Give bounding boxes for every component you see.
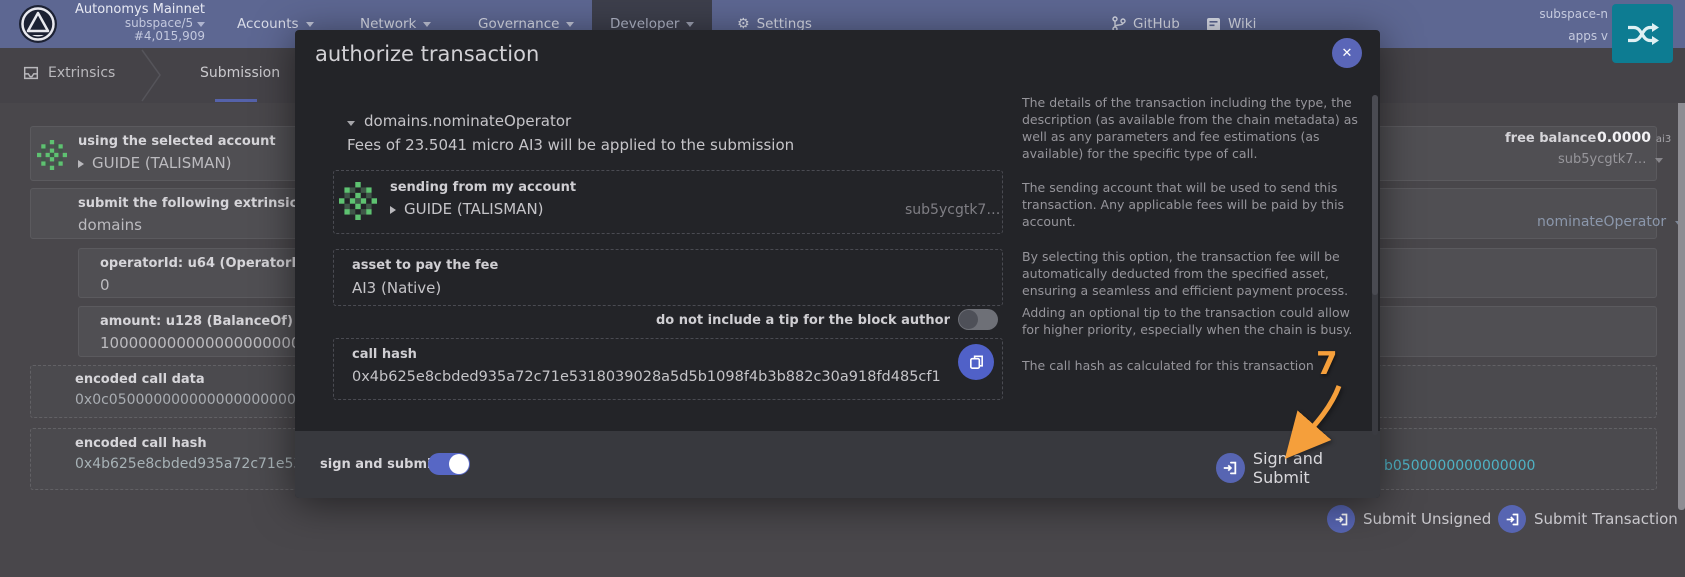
expand-triangle-icon — [390, 206, 396, 214]
submit-unsigned-button[interactable]: Submit Unsigned — [1327, 505, 1491, 533]
sign-in-icon — [1216, 453, 1245, 483]
shuffle-icon — [1626, 20, 1660, 48]
autonomys-logo[interactable] — [18, 4, 58, 44]
annotation-arrow — [1280, 372, 1360, 462]
selected-account-label: using the selected account — [78, 134, 276, 149]
free-balance-label: free balance — [1505, 131, 1596, 146]
close-modal-button[interactable]: ✕ — [1332, 38, 1362, 68]
sender-identicon — [339, 182, 377, 220]
call-hash-label: call hash — [352, 347, 417, 362]
sign-and-submit-toggle-label: sign and submit — [320, 457, 438, 472]
chevron-down-icon — [423, 22, 431, 27]
sender-address: sub5ycgtk7… — [905, 202, 1000, 218]
network-info[interactable]: Autonomys Mainnet subspace/5 #4,015,909 — [60, 3, 205, 44]
fee-asset-description: By selecting this option, the transactio… — [1022, 249, 1367, 300]
network-name: Autonomys Mainnet — [60, 3, 205, 17]
encoded-call-data-label: encoded call data — [75, 372, 205, 387]
chevron-down-icon — [306, 22, 314, 27]
encoded-call-hash-tail: b0500000000000000 — [1384, 458, 1535, 474]
toggle-knob — [449, 454, 469, 474]
tip-toggle[interactable] — [958, 309, 998, 330]
toggle-knob — [959, 310, 978, 329]
block-number: #4,015,909 — [60, 30, 205, 43]
modal-footer: sign and submit Sign and Submit — [295, 431, 1380, 498]
fees-note: Fees of 23.5041 micro AI3 will be applie… — [347, 136, 794, 154]
sender-name[interactable]: GUIDE (TALISMAN) — [390, 200, 544, 218]
expand-triangle-icon — [78, 160, 84, 168]
tab-extrinsics[interactable]: Extrinsics — [48, 65, 115, 81]
tip-toggle-label: do not include a tip for the block autho… — [600, 313, 950, 328]
chevron-down-icon — [347, 121, 355, 126]
endpoint-name: subspace-n — [1460, 8, 1608, 21]
tip-description: Adding an optional tip to the transactio… — [1022, 305, 1367, 339]
modal-title: authorize transaction — [315, 42, 539, 66]
account-address-dropdown[interactable]: sub5ycgtk7… — [1558, 152, 1663, 167]
copy-call-hash-button[interactable] — [958, 344, 994, 380]
chevron-down-icon — [686, 22, 694, 27]
sign-in-icon — [1498, 505, 1526, 533]
chevron-down-icon — [197, 22, 205, 27]
param-amount-label: amount: u128 (BalanceOf) — [100, 314, 293, 329]
selected-account-name[interactable]: GUIDE (TALISMAN) — [78, 154, 232, 172]
encoded-call-hash-label: encoded call hash — [75, 436, 207, 451]
sign-and-submit-toggle[interactable] — [428, 453, 470, 475]
authorize-transaction-modal: authorize transaction ✕ domains.nominate… — [295, 30, 1380, 498]
extrinsic-method-dropdown[interactable]: nominateOperator — [1537, 214, 1683, 230]
call-hash-value: 0x4b625e8cbded935a72c71e5318039028a5d5b1… — [352, 369, 941, 385]
tab-separator — [140, 48, 166, 103]
submit-transaction-button[interactable]: Submit Transaction — [1498, 505, 1678, 533]
fee-asset-value[interactable]: AI3 (Native) — [352, 279, 441, 297]
call-method-expander[interactable]: domains.nominateOperator — [347, 112, 571, 130]
sender-description: The sending account that will be used to… — [1022, 180, 1367, 231]
fee-asset-label: asset to pay the fee — [352, 258, 498, 273]
extrinsics-icon — [22, 64, 40, 82]
extrinsic-label: submit the following extrinsic — [78, 196, 297, 211]
sign-in-icon — [1327, 505, 1355, 533]
tab-submission[interactable]: Submission — [200, 65, 280, 81]
active-tab-underline — [215, 99, 257, 102]
copy-icon — [968, 353, 985, 371]
extrinsic-section-value[interactable]: domains — [78, 216, 142, 234]
param-operatorid-value[interactable]: 0 — [100, 276, 110, 294]
param-amount-value[interactable]: 100000000000000000000 — [100, 334, 300, 352]
page-scrollbar[interactable] — [1678, 62, 1685, 510]
sender-label: sending from my account — [390, 180, 576, 195]
modal-scrollbar[interactable] — [1372, 95, 1378, 435]
param-operatorid-label: operatorId: u64 (OperatorId) — [100, 256, 311, 271]
method-description: The details of the transaction including… — [1022, 95, 1367, 163]
apps-version: apps v — [1460, 30, 1608, 43]
chevron-down-icon — [566, 22, 574, 27]
switch-endpoint-button[interactable] — [1612, 4, 1673, 63]
chevron-down-icon — [1655, 158, 1663, 163]
close-icon: ✕ — [1342, 46, 1353, 61]
free-balance-value: 0.0000 ai3 — [1597, 130, 1671, 146]
account-identicon — [37, 140, 67, 170]
